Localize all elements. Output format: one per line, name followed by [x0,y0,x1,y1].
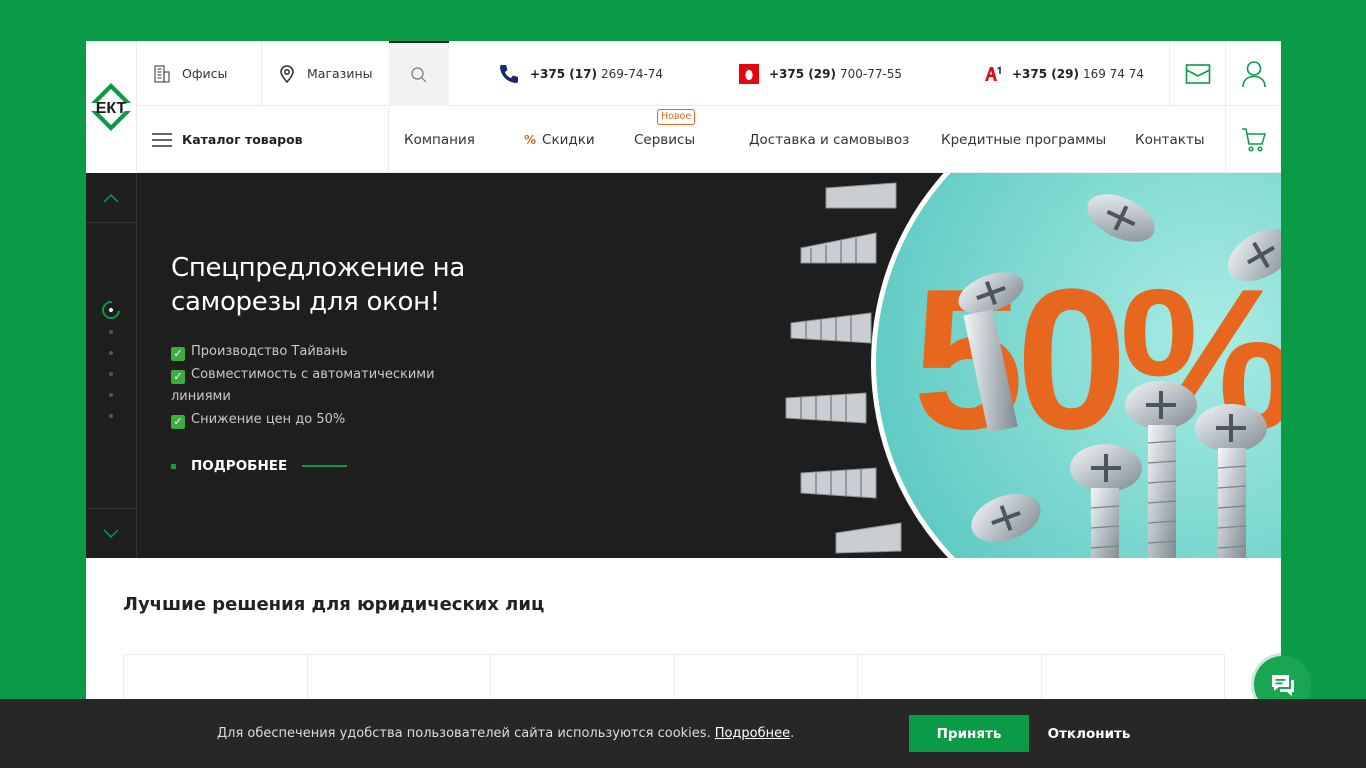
slider-dot-active[interactable] [98,297,124,323]
nav-company-label: Компания [404,131,475,148]
feature-item: ✓ Совместимость с автоматическими линиями [171,364,491,409]
user-icon [1242,60,1266,87]
phone-number: 269-74-74 [600,66,664,81]
offices-label: Офисы [182,66,228,81]
cookie-message: Для обеспечения удобства пользователей с… [217,726,711,741]
phone-code: +375 (17) [530,66,597,81]
offices-link[interactable]: Офисы [152,41,227,106]
phone-landline[interactable]: +375 (17) 269-74-74 [498,41,663,106]
feature-text: Снижение цен до 50% [191,411,346,427]
checkmark-icon: ✓ [171,369,185,384]
mts-icon [739,63,759,84]
slider-dot[interactable] [109,393,113,397]
feature-text: Производство Тайвань [191,344,348,359]
account-button[interactable] [1226,41,1281,106]
feature-text: Совместимость с автоматическими линиями [171,366,435,405]
bullet-icon [171,463,176,469]
slider-dots [86,297,136,435]
stores-link[interactable]: Магазины [277,41,373,106]
promo-image: 50% [785,173,1281,558]
phone-mts[interactable]: +375 (29) 700-77-55 [739,41,902,106]
slider-dot[interactable] [109,372,113,376]
more-label: ПОДРОБНЕЕ [191,458,288,474]
cookie-period: . [790,726,795,741]
section-title: Лучшие решения для юридических лиц [123,594,545,615]
nav-company[interactable]: Компания [404,106,475,173]
phone-number: 700-77-55 [839,66,903,81]
nav-services[interactable]: Новое Сервисы [634,106,696,173]
cookie-banner: Для обеспечения удобства пользователей с… [0,699,1366,768]
feature-item: ✓ Снижение цен до 50% [171,409,491,432]
catalog-button[interactable]: Каталог товаров [137,106,389,173]
nav-credit[interactable]: Кредитные программы [941,106,1106,173]
nav-delivery-label: Доставка и самовывоз [749,131,910,148]
phone-code: +375 (29) [1012,66,1079,81]
phone-number: 169 74 74 [1082,66,1145,81]
svg-text:ЕКТ: ЕКТ [96,100,127,117]
slide-title: Спецпредложение на саморезы для окон! [171,253,465,317]
divider [261,41,262,106]
chat-icon [1271,674,1294,696]
cart-button[interactable] [1225,106,1281,173]
slider-dot[interactable] [109,330,113,334]
landline-phone-icon [498,63,520,85]
feature-item: ✓ Производство Тайвань [171,341,491,364]
slide-content: Спецпредложение на саморезы для окон! ✓ П… [171,251,491,474]
cookie-more-link[interactable]: Подробнее [715,726,790,741]
header-top-row: Офисы Магазины +375 (17) 269-74-74 +375 … [137,41,1281,106]
chevron-up-icon [103,193,119,203]
header-nav-row: Каталог товаров Компания % Скидки Новое … [137,106,1281,173]
slider-nav [86,173,137,558]
accept-cookies-button[interactable]: Принять [909,715,1029,752]
search-icon [411,66,427,82]
nav-contacts-label: Контакты [1135,131,1205,148]
chevron-down-icon [103,528,119,538]
stores-label: Магазины [307,66,373,81]
checkmark-icon: ✓ [171,414,185,429]
nav-delivery[interactable]: Доставка и самовывоз [749,106,909,173]
slide-features: ✓ Производство Тайвань ✓ Совместимость с а… [171,341,491,431]
cart-icon [1241,127,1266,152]
phone-a1[interactable]: +375 (29) 169 74 74 [984,41,1144,106]
ekt-logo-icon: ЕКТ [91,83,131,131]
mail-button[interactable] [1170,41,1226,106]
mail-icon [1185,63,1211,84]
building-icon [152,64,172,84]
page-container: ЕКТ Офисы Магазины +375 (17) 269-74-74 +… [86,41,1281,768]
search-button[interactable] [389,41,449,106]
nav-credit-label: Кредитные программы [941,131,1107,148]
new-badge: Новое [657,109,696,125]
logo[interactable]: ЕКТ [86,41,137,173]
nav-services-label: Сервисы [634,131,696,148]
slider-dot[interactable] [109,351,113,355]
catalog-label: Каталог товаров [182,132,303,147]
menu-icon [152,132,172,148]
decline-cookies-button[interactable]: Отклонить [1036,715,1142,752]
cookie-text: Для обеспечения удобства пользователей с… [217,699,794,768]
location-pin-icon [277,64,297,84]
checkmark-icon: ✓ [171,347,185,361]
nav-contacts[interactable]: Контакты [1135,106,1204,173]
slider-next-button[interactable] [86,508,136,558]
more-link[interactable]: ПОДРОБНЕЕ [171,458,491,474]
nav-discounts[interactable]: % Скидки [524,106,595,173]
phone-code: +375 (29) [769,66,836,81]
arrow-line-icon [302,465,348,467]
a1-icon [984,66,1002,82]
slider-prev-button[interactable] [86,173,136,223]
nav-discounts-label: Скидки [542,131,595,148]
percent-icon: % [524,132,537,147]
slider-dot[interactable] [109,414,113,418]
promo-slider: Спецпредложение на саморезы для окон! ✓ П… [86,173,1281,558]
